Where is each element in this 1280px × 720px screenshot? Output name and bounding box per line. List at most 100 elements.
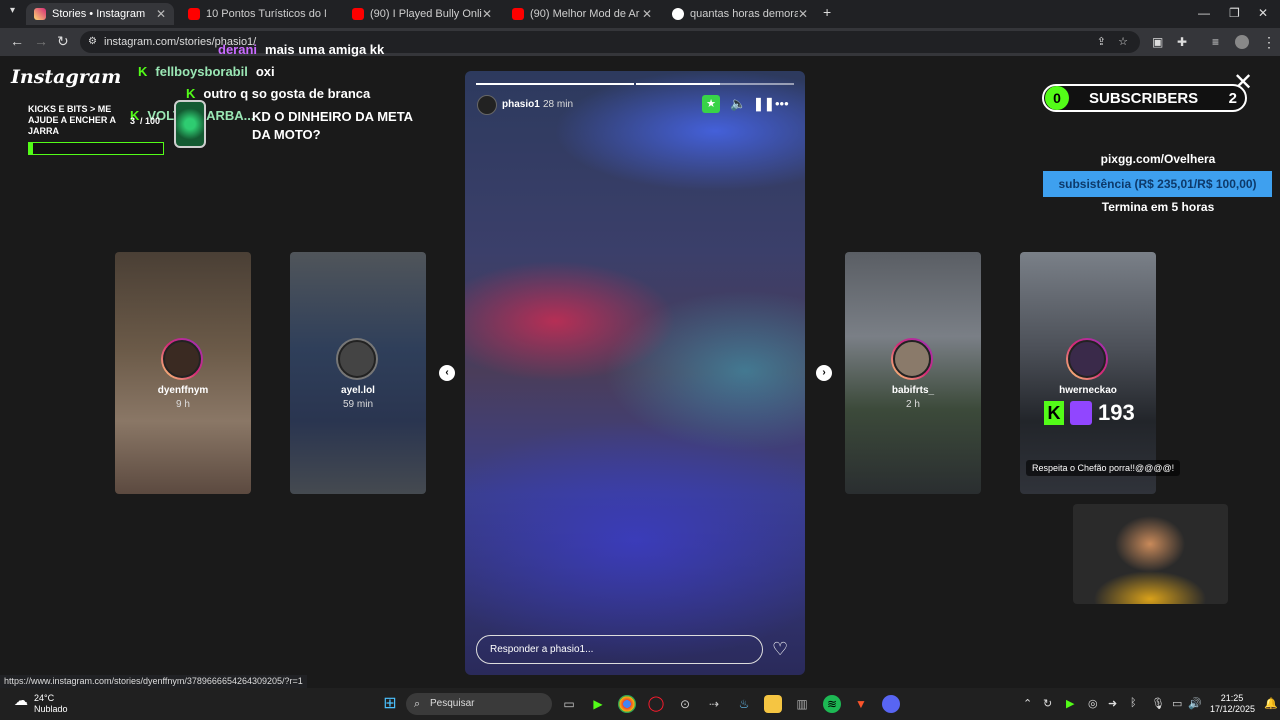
tab-search-icon[interactable]: ▾ [10, 5, 15, 16]
chat-text: mais uma amiga kk [265, 42, 385, 57]
story-card-babifrts[interactable]: babifrts_ 2 h [845, 252, 981, 494]
kick-app-icon[interactable]: ▶ [589, 695, 607, 713]
install-icon[interactable]: ⇪ [1097, 31, 1106, 53]
youtube-icon [188, 8, 200, 20]
discord-icon[interactable] [882, 695, 900, 713]
story-username: babifrts_ [891, 385, 935, 396]
menu-icon[interactable]: ⋮ [1262, 34, 1276, 51]
task-view-icon[interactable]: ▭ [560, 695, 578, 713]
main-story[interactable]: phasio1 28 min ★ 🔈 ❚❚ ••• ♡ [465, 71, 805, 675]
youtube-icon [352, 8, 364, 20]
chat-user: derani [218, 42, 258, 57]
jar-progress-bar [28, 142, 164, 155]
reply-input[interactable] [476, 635, 763, 664]
extension-icon[interactable]: ▣ [1152, 35, 1163, 49]
story-author[interactable]: phasio1 [502, 99, 540, 110]
opera-icon[interactable]: ◯ [647, 695, 665, 713]
instagram-icon [34, 8, 46, 20]
close-tab-icon[interactable]: ✕ [482, 7, 492, 21]
close-tab-icon[interactable]: ✕ [642, 7, 652, 21]
maximize-icon[interactable]: ❐ [1229, 6, 1240, 20]
new-tab-button[interactable]: + [823, 4, 831, 20]
chat-message: Kfellboysborabil oxi [138, 64, 275, 79]
app-icon[interactable]: ⊙ [676, 695, 694, 713]
story-card-dyenffnym[interactable]: dyenffnym 9 h [115, 252, 251, 494]
pix-url: pixgg.com/Ovelhera [1100, 152, 1216, 166]
jar-goal: / 100 [140, 116, 161, 126]
prev-story-button[interactable]: ‹ [439, 365, 455, 381]
subs-label: SUBSCRIBERS [1089, 89, 1199, 107]
file-explorer-icon[interactable] [764, 695, 782, 713]
tab-instagram[interactable]: Stories • Instagram ✕ [26, 3, 174, 25]
tray-app-icon[interactable]: ◎ [1088, 697, 1098, 710]
jar-progress-fill [29, 143, 34, 154]
story-avatar-ring [1066, 338, 1108, 380]
reload-icon[interactable]: ↻ [57, 33, 69, 50]
story-username: dyenffnym [157, 385, 209, 396]
volume-icon[interactable]: 🔈 [730, 96, 746, 112]
story-avatar-ring [161, 338, 203, 380]
steam-icon[interactable]: ♨ [735, 695, 753, 713]
chat-text: outro q so gosta de branca [203, 86, 371, 101]
next-story-button[interactable]: › [816, 365, 832, 381]
app-icon[interactable]: ▥ [793, 695, 811, 713]
search-label: Pesquisar [430, 698, 475, 709]
taskbar: ☁ 24°C Nublado ⊞ ⌕ Pesquisar ▭ ▶ ◯ ⊙ ⇢ ♨… [0, 688, 1280, 720]
clock[interactable]: 21:25 17/12/2025 [1210, 693, 1256, 715]
avatar [1068, 340, 1106, 378]
brave-icon[interactable]: ▼ [852, 695, 870, 713]
puzzle-icon[interactable]: ✚ [1177, 35, 1187, 49]
story-author-avatar[interactable] [477, 95, 497, 115]
subs-count-left: 0 [1045, 86, 1069, 110]
twitch-icon [1070, 401, 1092, 425]
media-icon[interactable]: ≡ [1212, 35, 1219, 49]
youtube-icon [512, 8, 524, 20]
chevron-up-icon[interactable]: ⌃ [1023, 697, 1032, 710]
streamer-webcam [1073, 504, 1228, 604]
sync-icon[interactable]: ↻ [1043, 697, 1052, 710]
jar-goal-widget: KICKS E BITS > ME AJUDE A ENCHER A JARRA… [28, 104, 168, 155]
back-icon[interactable]: ← [10, 33, 24, 49]
speaker-icon[interactable]: 🔊 [1188, 697, 1202, 710]
like-heart-icon[interactable]: ♡ [772, 639, 788, 660]
pause-icon[interactable]: ❚❚ [753, 96, 775, 112]
close-tab-icon[interactable]: ✕ [798, 7, 808, 21]
story-progress-segment [476, 83, 634, 85]
notification-bell-icon[interactable]: 🔔 [1264, 697, 1278, 710]
profile-avatar[interactable] [1235, 35, 1249, 49]
close-tab-icon[interactable]: ✕ [156, 7, 166, 21]
story-card-hwerneckao[interactable]: hwerneckao [1020, 252, 1156, 494]
tab-mod-arma[interactable]: (90) Melhor Mod de Arma no … ✕ [504, 3, 660, 25]
network-icon[interactable]: ▭ [1172, 697, 1182, 710]
microphone-icon[interactable]: 🎙 [1151, 697, 1165, 710]
tab-bully[interactable]: (90) I Played Bully Online - You ✕ [344, 3, 500, 25]
chat-text: oxi [255, 64, 275, 79]
kick-icon: K [1044, 401, 1064, 425]
bookmark-star-icon[interactable]: ☆ [1118, 31, 1128, 53]
status-url: https://www.instagram.com/stories/dyenff… [0, 675, 307, 688]
tray-app-icon[interactable]: ➜ [1108, 697, 1117, 710]
bluetooth-icon[interactable]: ᛒ [1130, 697, 1137, 709]
instagram-logo[interactable]: Instagram [11, 66, 121, 88]
story-card-ayel[interactable]: ayel.lol 59 min [290, 252, 426, 494]
clock-date: 17/12/2025 [1210, 704, 1256, 714]
chrome-icon[interactable] [618, 695, 636, 713]
story-avatar-ring [891, 338, 933, 380]
jar-current: 3 [130, 116, 136, 126]
clock-time: 21:25 [1220, 693, 1244, 703]
app-icon[interactable]: ⇢ [705, 695, 723, 713]
windows-start-icon[interactable]: ⊞ [381, 695, 399, 713]
minimize-icon[interactable]: — [1198, 6, 1210, 20]
tab-quantas-horas[interactable]: quantas horas demora pra zera ✕ [664, 3, 816, 25]
site-info-icon[interactable]: ⚙ [88, 31, 97, 53]
spotify-icon[interactable]: ≋ [823, 695, 841, 713]
forward-icon[interactable]: → [34, 33, 48, 49]
taskbar-search[interactable]: ⌕ Pesquisar [406, 693, 552, 715]
weather-widget[interactable]: ☁ 24°C Nublado [14, 693, 68, 715]
close-window-icon[interactable]: ✕ [1258, 6, 1268, 20]
alert-message: Respeita o Chefão porra!!@@@@! [1026, 460, 1181, 476]
more-options-icon[interactable]: ••• [775, 96, 789, 111]
instagram-stories-page: Instagram ✕ derani mais uma amiga kk Kfel… [0, 42, 1280, 688]
tab-pontos[interactable]: 10 Pontos Turísticos do Maranhã [180, 3, 340, 25]
kick-tray-icon[interactable]: ▶ [1066, 697, 1074, 710]
